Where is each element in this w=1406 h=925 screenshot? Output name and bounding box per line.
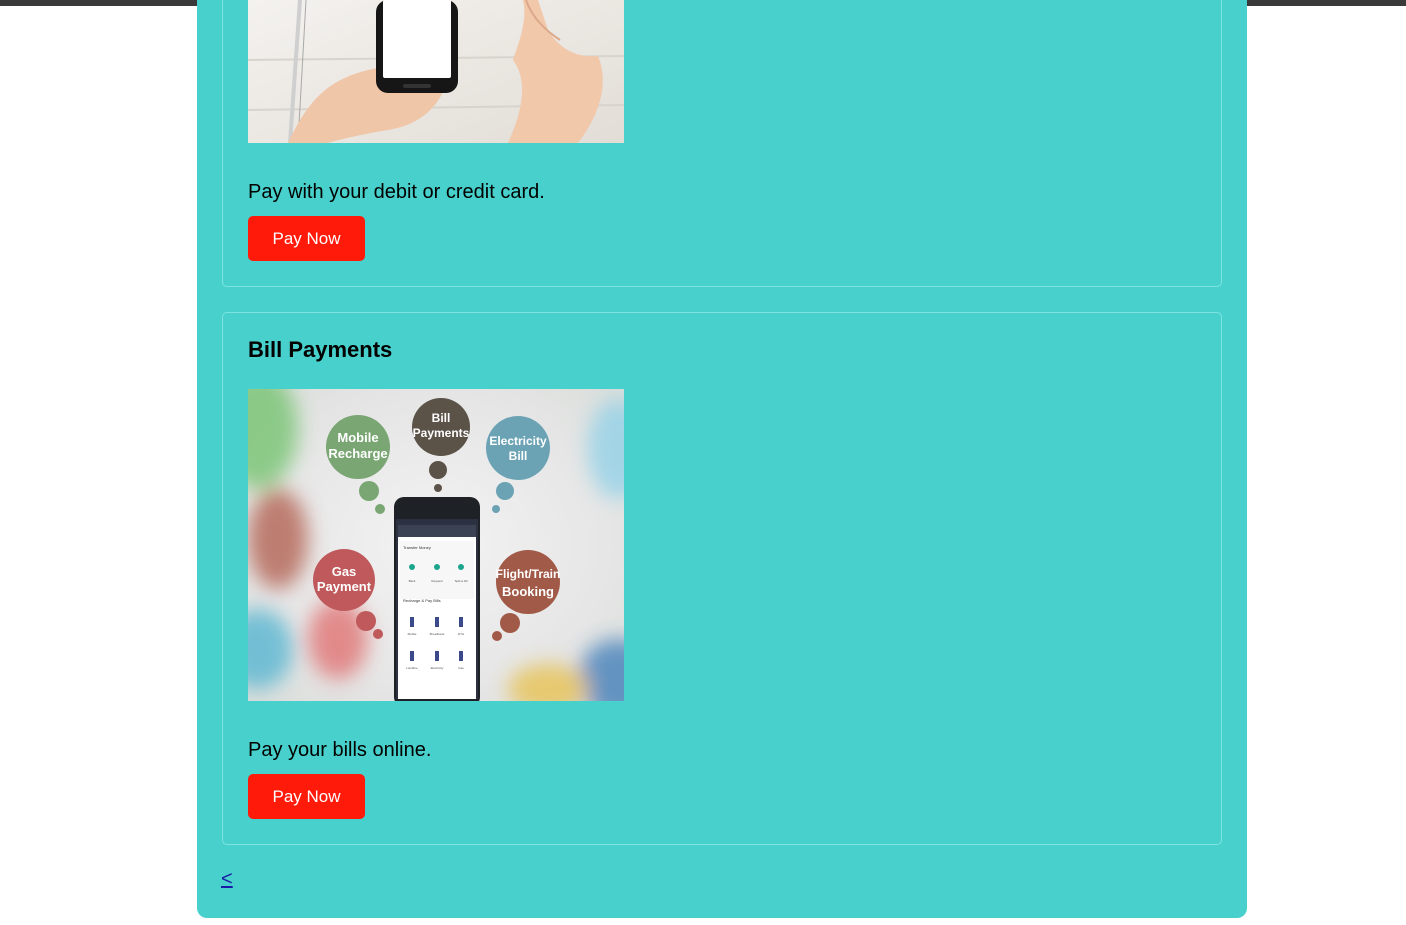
bubble-electricity-line2: Bill xyxy=(509,449,528,463)
phone-row1-c: Split a bill xyxy=(455,579,468,583)
phone-row3-a: Landline xyxy=(406,666,418,670)
bubble-bill-line1: Bill xyxy=(432,411,451,425)
phone-row2-c: DTH xyxy=(458,632,464,636)
bubble-flight-line1: Flight/Train xyxy=(496,567,561,581)
page-container: Pay with your debit or credit card. Pay … xyxy=(197,0,1247,918)
phone-section-recharge: Recharge & Pay Bills xyxy=(403,598,441,603)
phone-row1-a: Bank xyxy=(409,579,416,583)
bubble-mobile-line1: Mobile xyxy=(337,430,378,445)
bill-payments-card: Bill Payments Mobile Recharge Bill Payme… xyxy=(222,312,1222,845)
card-payment-image xyxy=(248,0,624,143)
bubble-flight-line2: Booking xyxy=(502,584,554,599)
card-payment-description: Pay with your debit or credit card. xyxy=(248,181,545,203)
phone-row2-a: Mobile xyxy=(408,632,417,636)
phone-section-transfer: Transfer Money xyxy=(403,545,431,550)
bubble-mobile-line2: Recharge xyxy=(328,446,387,461)
bubble-bill-line2: Payments xyxy=(413,426,470,440)
phone-row2-b: Broadband xyxy=(430,632,445,636)
phone-row1-b: Request xyxy=(431,579,442,583)
bill-payments-image: Mobile Recharge Bill Payments Electricit… xyxy=(248,389,624,701)
card-payment-card: Pay with your debit or credit card. Pay … xyxy=(222,0,1222,287)
back-link[interactable]: < xyxy=(221,868,233,891)
phone-row3-c: Gas xyxy=(458,666,464,670)
phone-row3-b: Electricity xyxy=(431,666,444,670)
pay-now-button-bills[interactable]: Pay Now xyxy=(248,774,365,819)
pay-now-button-card[interactable]: Pay Now xyxy=(248,216,365,261)
bill-payments-description: Pay your bills online. xyxy=(248,739,432,761)
bubble-electricity-line1: Electricity xyxy=(489,434,547,448)
bill-payments-title: Bill Payments xyxy=(248,337,393,362)
bubble-gas-line1: Gas xyxy=(332,564,357,579)
bubble-gas-line2: Payment xyxy=(317,579,372,594)
